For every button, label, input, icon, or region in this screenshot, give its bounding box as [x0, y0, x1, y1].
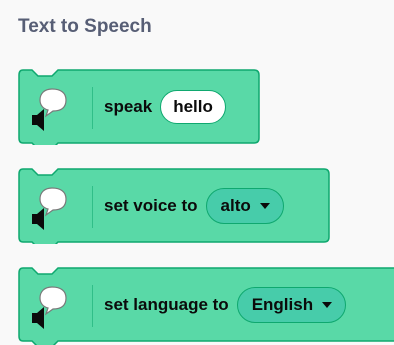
block-divider	[92, 285, 93, 327]
speak-label: speak	[104, 97, 153, 116]
speaker-speech-bubble-icon	[32, 187, 67, 230]
block-divider	[92, 186, 93, 228]
block-divider	[92, 87, 93, 129]
dropdown-arrow-icon	[259, 203, 270, 209]
voice-dropdown[interactable]: alto	[205, 188, 284, 224]
language-dropdown-value: English	[251, 295, 314, 314]
speaker-speech-bubble-icon	[32, 286, 67, 329]
speak-text-input[interactable]: hello	[160, 90, 226, 124]
language-dropdown[interactable]: English	[236, 287, 347, 323]
set-language-label: set language to	[104, 295, 229, 314]
speaker-speech-bubble-icon	[32, 88, 67, 131]
set-voice-block[interactable]: set voice to alto	[18, 168, 330, 244]
speak-block[interactable]: speak hello	[18, 69, 260, 145]
set-language-block[interactable]: set language to English	[18, 267, 394, 345]
dropdown-arrow-icon	[322, 302, 333, 308]
set-voice-label: set voice to	[104, 196, 198, 215]
voice-dropdown-value: alto	[220, 196, 251, 215]
category-title: Text to Speech	[18, 16, 152, 37]
